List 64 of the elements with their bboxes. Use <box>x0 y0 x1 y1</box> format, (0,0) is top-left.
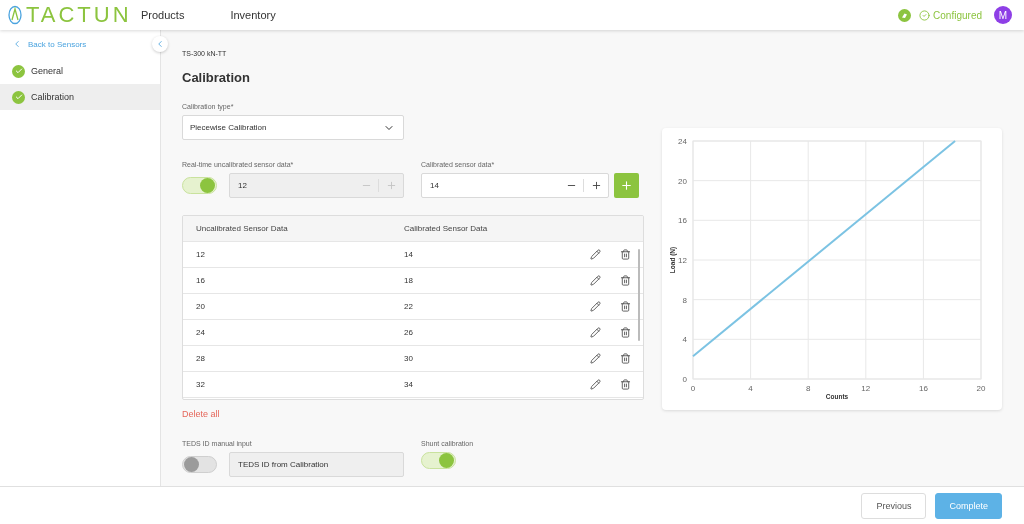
check-icon <box>12 64 25 78</box>
axis-tick-label: 16 <box>678 216 687 226</box>
sidebar-step[interactable]: General <box>0 58 160 84</box>
table-cell-text: 16 <box>196 276 206 285</box>
table-cell-text: 12 <box>196 250 206 259</box>
axis-tick-label: 12 <box>678 256 687 265</box>
table-cell-text: 22 <box>404 302 414 311</box>
toggle-switch[interactable] <box>182 177 217 194</box>
axis-tick-label: 4 <box>748 384 753 393</box>
chevron-left-icon <box>155 39 165 49</box>
axis-tick-label: 0 <box>682 375 687 384</box>
teds-id-field[interactable]: TEDS ID from Calibration <box>229 452 404 477</box>
table-cell-text: 28 <box>196 354 206 363</box>
edit-icon[interactable] <box>589 326 601 339</box>
previous-button[interactable]: Previous <box>861 492 927 519</box>
plus-icon <box>590 180 602 191</box>
axis-tick-label: 24 <box>678 137 687 146</box>
number-field[interactable]: 14 <box>421 173 609 198</box>
delete-icon[interactable] <box>619 274 631 287</box>
table-cell-text: 14 <box>404 250 414 259</box>
axis-tick-label: 20 <box>678 176 687 186</box>
delete-icon[interactable] <box>619 378 631 391</box>
user-avatar[interactable]: M <box>994 6 1012 24</box>
axis-tick-label: 20 <box>976 384 986 393</box>
nav-link[interactable]: Inventory <box>230 9 276 21</box>
page-title: Calibration <box>182 70 251 85</box>
edit-icon[interactable] <box>589 248 601 261</box>
table-cell-text: 20 <box>196 302 206 311</box>
calibration-type-select[interactable]: Piecewise Calibration <box>182 115 404 140</box>
table-cell-text: 30 <box>404 354 414 363</box>
nav-link[interactable]: Products <box>141 9 185 21</box>
chevron-left-icon <box>12 39 22 49</box>
axis-tick-label: 8 <box>682 295 687 305</box>
axis-tick-label: 8 <box>805 384 811 393</box>
axis-tick-label: 16 <box>918 384 928 393</box>
table-cell-text: 32 <box>196 380 206 389</box>
edit-icon[interactable] <box>589 274 601 287</box>
logo-icon <box>8 5 22 25</box>
toggle-switch[interactable] <box>182 456 217 473</box>
delete-icon[interactable] <box>619 248 631 261</box>
status-text: Configured <box>933 9 982 21</box>
axis-tick-label: 0 <box>690 384 696 393</box>
table-cell-text: 34 <box>404 380 414 389</box>
plus-icon <box>620 178 633 193</box>
delete-icon[interactable] <box>619 300 631 313</box>
table-cell-text: 18 <box>404 276 414 285</box>
column-header: Uncalibrated Sensor Data <box>196 224 289 233</box>
edit-icon[interactable] <box>589 352 601 365</box>
table-cell-text: 24 <box>196 328 206 337</box>
table-cell-text: 26 <box>404 328 414 337</box>
check-icon <box>12 90 25 104</box>
toggle-switch[interactable] <box>421 452 456 469</box>
edit-icon[interactable] <box>589 378 601 391</box>
column-header: Calibrated Sensor Data <box>404 224 489 233</box>
edit-icon[interactable] <box>589 300 601 313</box>
delete-icon[interactable] <box>619 352 631 365</box>
plus-icon <box>385 180 397 191</box>
axis-tick-label: 12 <box>861 384 871 393</box>
check-circle-icon <box>919 9 931 21</box>
status-dot-icon <box>898 8 912 22</box>
logo-text: TACTUN <box>26 2 132 28</box>
delete-icon[interactable] <box>619 326 631 339</box>
sidebar-step[interactable]: Calibration <box>0 84 160 110</box>
axis-tick-label: 4 <box>682 335 687 345</box>
